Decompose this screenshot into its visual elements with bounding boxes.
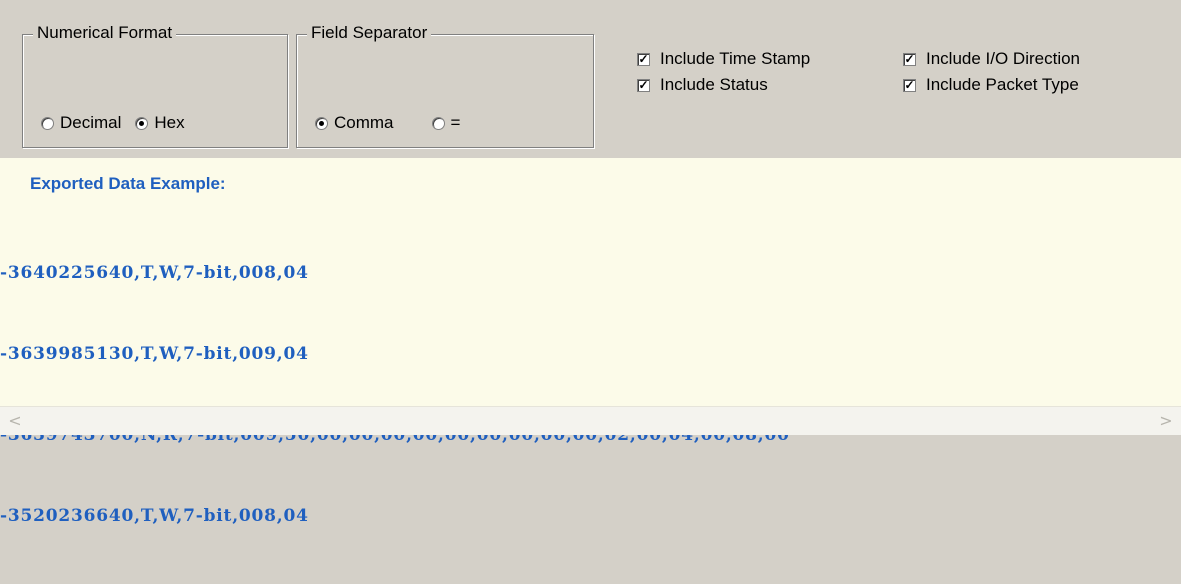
decimal-radio[interactable]: Decimal [41, 113, 121, 133]
checkmark-icon: ✓ [637, 78, 650, 92]
checkmark-icon: ✓ [637, 52, 650, 66]
include-packet-type-checkbox[interactable]: ✓ Include Packet Type [903, 72, 1080, 98]
comma-radio-label: Comma [334, 113, 394, 132]
field-separator-group: Field Separator Comma = [296, 23, 594, 148]
include-options-right: ✓ Include I/O Direction ✓ Include Packet… [903, 46, 1080, 98]
numerical-format-radios: Decimal Hex [41, 113, 199, 133]
scroll-left-icon[interactable]: < [2, 409, 28, 433]
radio-unselected-icon [41, 116, 54, 130]
data-line: -3639985130,T,W,7-bit,009,04 [0, 344, 309, 364]
comma-radio[interactable]: Comma [315, 113, 394, 133]
checkmark-icon: ✓ [903, 78, 916, 92]
export-options-panel: Numerical Format Decimal Hex Field Separ… [0, 0, 1181, 158]
checkmark-icon: ✓ [903, 52, 916, 66]
numerical-format-legend: Numerical Format [33, 23, 177, 43]
scroll-right-icon[interactable]: > [1153, 409, 1179, 433]
exported-data-title: Exported Data Example: [30, 174, 226, 193]
equals-radio-label: = [450, 113, 461, 132]
exported-data-preview: Exported Data Example: -3640225640,T,W,7… [0, 158, 1181, 526]
include-options-left: ✓ Include Time Stamp ✓ Include Status [637, 46, 810, 98]
radio-unselected-icon [431, 116, 445, 130]
data-line: -3520236640,T,W,7-bit,008,04 [0, 506, 309, 526]
include-status-label: Include Status [660, 75, 768, 94]
exported-data-lines: -3640225640,T,W,7-bit,008,04 -3639985130… [0, 206, 790, 584]
include-status-checkbox[interactable]: ✓ Include Status [637, 72, 810, 98]
radio-selected-icon [135, 116, 149, 130]
include-io-direction-label: Include I/O Direction [926, 49, 1081, 68]
horizontal-scrollbar[interactable]: < > [0, 406, 1181, 435]
numerical-format-group: Numerical Format Decimal Hex [22, 23, 288, 148]
radio-selected-icon [315, 116, 328, 130]
decimal-radio-label: Decimal [60, 113, 122, 132]
equals-radio[interactable]: = [431, 113, 461, 133]
include-io-direction-checkbox[interactable]: ✓ Include I/O Direction [903, 46, 1080, 72]
hex-radio[interactable]: Hex [135, 113, 185, 133]
data-line: -3640225640,T,W,7-bit,008,04 [0, 263, 309, 283]
field-separator-legend: Field Separator [307, 23, 432, 43]
include-packet-type-label: Include Packet Type [926, 75, 1079, 94]
hex-radio-label: Hex [154, 113, 185, 132]
include-time-stamp-checkbox[interactable]: ✓ Include Time Stamp [637, 46, 810, 72]
include-time-stamp-label: Include Time Stamp [660, 49, 811, 68]
field-separator-radios: Comma = [315, 113, 474, 133]
